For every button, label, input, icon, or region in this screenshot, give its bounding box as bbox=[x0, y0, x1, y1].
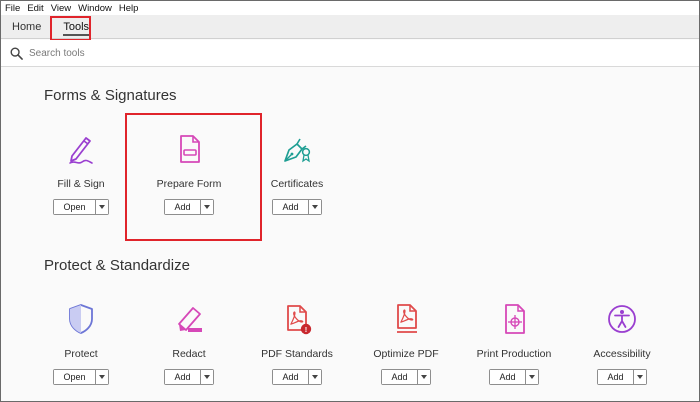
dropdown-button[interactable] bbox=[633, 370, 646, 384]
dropdown-button[interactable] bbox=[95, 200, 108, 214]
add-button[interactable]: Add bbox=[382, 370, 418, 384]
tool-label: Protect bbox=[64, 348, 98, 360]
search-bar bbox=[1, 40, 699, 67]
tool-split-button: Open bbox=[53, 369, 109, 385]
tool-split-button: Open bbox=[53, 199, 109, 215]
tool-label: Accessibility bbox=[593, 348, 651, 360]
section-title-protect-standardize: Protect & Standardize bbox=[44, 257, 190, 274]
menu-window[interactable]: Window bbox=[78, 3, 112, 14]
add-button[interactable]: Add bbox=[598, 370, 634, 384]
open-button[interactable]: Open bbox=[54, 200, 96, 214]
app-window: File Edit View Window Help Home Tools Fo… bbox=[0, 0, 700, 402]
menu-help[interactable]: Help bbox=[119, 3, 139, 14]
pdf-standards-icon[interactable]: ! bbox=[280, 302, 314, 336]
svg-text:!: ! bbox=[305, 325, 308, 334]
add-button[interactable]: Add bbox=[165, 370, 201, 384]
menu-bar: File Edit View Window Help bbox=[1, 1, 699, 15]
dropdown-button[interactable] bbox=[200, 370, 213, 384]
tool-label: Certificates bbox=[270, 178, 324, 190]
chevron-down-icon bbox=[98, 375, 105, 379]
dropdown-button[interactable] bbox=[308, 370, 321, 384]
tools-tab-highlight-box bbox=[50, 16, 91, 41]
chevron-down-icon bbox=[636, 375, 643, 379]
add-button[interactable]: Add bbox=[273, 370, 309, 384]
tool-accessibility: Accessibility Add bbox=[567, 302, 677, 385]
tool-certificates: Certificates Add bbox=[242, 132, 352, 215]
chevron-down-icon bbox=[420, 375, 427, 379]
add-button[interactable]: Add bbox=[273, 200, 309, 214]
tool-print-production: Print Production Add bbox=[459, 302, 569, 385]
tool-split-button: Add bbox=[272, 199, 322, 215]
dropdown-button[interactable] bbox=[525, 370, 538, 384]
tool-redact: Redact Add bbox=[134, 302, 244, 385]
redact-marker-icon[interactable] bbox=[172, 302, 206, 336]
tool-split-button: Add bbox=[164, 369, 214, 385]
tool-label: Print Production bbox=[476, 348, 552, 360]
tool-optimize-pdf: Optimize PDF Add bbox=[351, 302, 461, 385]
tool-protect: Protect Open bbox=[26, 302, 136, 385]
tool-split-button: Add bbox=[272, 369, 322, 385]
tool-pdf-standards: ! PDF Standards Add bbox=[242, 302, 352, 385]
accessibility-icon[interactable] bbox=[605, 302, 639, 336]
add-button[interactable]: Add bbox=[490, 370, 526, 384]
tool-split-button: Add bbox=[597, 369, 647, 385]
dropdown-button[interactable] bbox=[308, 200, 321, 214]
optimize-pdf-icon[interactable] bbox=[389, 302, 423, 336]
tool-split-button: Add bbox=[489, 369, 539, 385]
tool-label: Optimize PDF bbox=[373, 348, 439, 360]
menu-file[interactable]: File bbox=[5, 3, 20, 14]
fill-sign-icon[interactable] bbox=[64, 132, 98, 166]
tool-fill-sign: Fill & Sign Open bbox=[26, 132, 136, 215]
open-button[interactable]: Open bbox=[54, 370, 96, 384]
tab-home[interactable]: Home bbox=[1, 15, 52, 39]
section-title-forms-signatures: Forms & Signatures bbox=[44, 87, 177, 104]
chevron-down-icon bbox=[311, 375, 318, 379]
print-production-icon[interactable] bbox=[497, 302, 531, 336]
shield-icon[interactable] bbox=[64, 302, 98, 336]
menu-edit[interactable]: Edit bbox=[27, 3, 43, 14]
chevron-down-icon bbox=[528, 375, 535, 379]
tab-bar: Home Tools bbox=[1, 15, 699, 39]
tool-label: PDF Standards bbox=[261, 348, 333, 360]
menu-view[interactable]: View bbox=[51, 3, 71, 14]
tool-label: Fill & Sign bbox=[57, 178, 105, 190]
tool-label: Redact bbox=[172, 348, 206, 360]
tools-panel: Forms & Signatures Fill & Sign Open Prep… bbox=[1, 68, 699, 401]
certificates-icon[interactable] bbox=[280, 132, 314, 166]
search-input[interactable] bbox=[29, 44, 329, 62]
tool-split-button: Add bbox=[381, 369, 431, 385]
dropdown-button[interactable] bbox=[417, 370, 430, 384]
search-icon bbox=[10, 47, 23, 60]
dropdown-button[interactable] bbox=[95, 370, 108, 384]
chevron-down-icon bbox=[311, 205, 318, 209]
chevron-down-icon bbox=[98, 205, 105, 209]
chevron-down-icon bbox=[203, 375, 210, 379]
